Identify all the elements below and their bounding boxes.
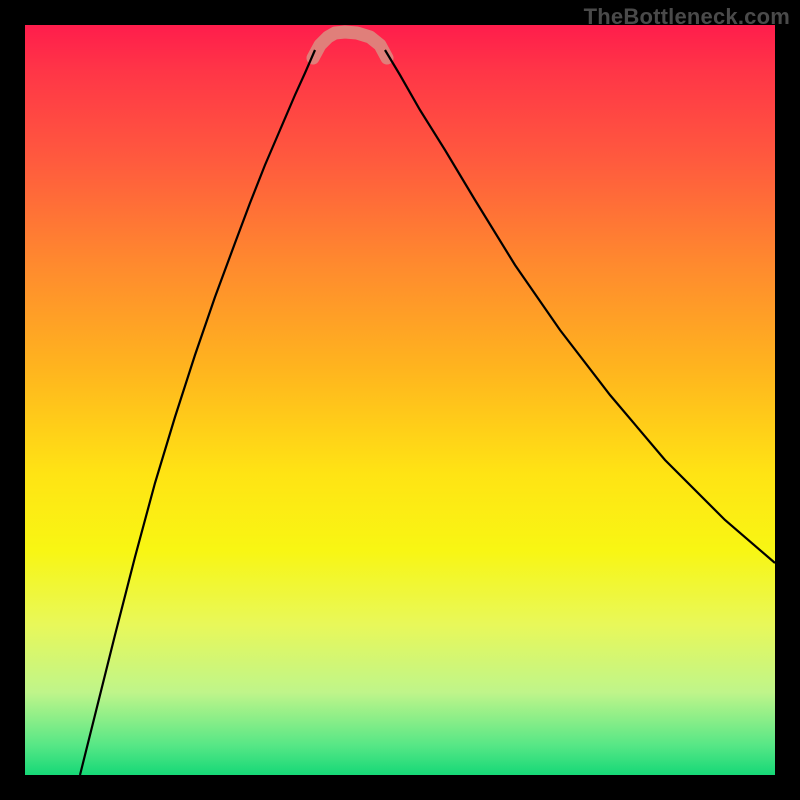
chart-stage: TheBottleneck.com (0, 0, 800, 800)
floor-highlight (313, 32, 387, 58)
right-curve (385, 50, 775, 563)
plot-area (25, 25, 775, 775)
curves-layer (25, 25, 775, 775)
watermark-label: TheBottleneck.com (584, 4, 790, 30)
left-curve (80, 50, 315, 775)
